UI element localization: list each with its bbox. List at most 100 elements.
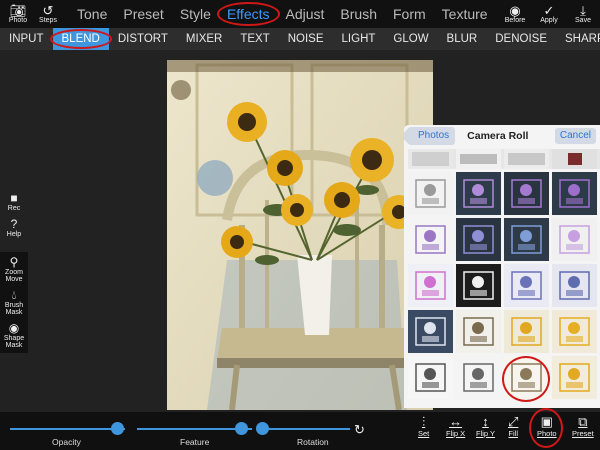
photo-button[interactable]: 📷︎ Photo — [3, 0, 33, 28]
help-button[interactable]: ? Help — [0, 217, 28, 239]
subtab-denoise[interactable]: DENOISE — [486, 28, 556, 50]
rotation-slider-track[interactable] — [262, 428, 350, 430]
photo-thumbnail[interactable] — [504, 264, 549, 307]
before-label: Before — [504, 17, 526, 24]
set-label: Set — [418, 429, 430, 438]
photo-thumbnail[interactable] — [408, 264, 453, 307]
set-button[interactable]: ⫶ Set — [418, 414, 429, 438]
photo-thumbnail[interactable] — [552, 172, 597, 215]
photo-thumbnail[interactable] — [504, 310, 549, 353]
tab-texture[interactable]: Texture — [434, 2, 496, 26]
question-icon: ? — [10, 217, 18, 231]
photo-thumbnail[interactable] — [408, 310, 453, 353]
photo-thumbnail[interactable] — [504, 218, 549, 261]
tab-tone[interactable]: Tone — [69, 2, 115, 26]
apply-button[interactable]: ✓ Apply — [532, 0, 566, 28]
photo-thumbnail[interactable] — [552, 264, 597, 307]
reset-rotation-button[interactable]: ↻ — [354, 422, 365, 437]
top-right-tools: ◉ Before ✓ Apply ⤓ Save — [498, 0, 600, 28]
shape-icon: ◉ — [8, 321, 20, 335]
sunflower-chair-photo — [167, 60, 433, 410]
photo-thumbnail[interactable] — [456, 264, 501, 307]
shape-mask-label: Shape Mask — [3, 335, 25, 349]
cancel-button[interactable]: Cancel — [554, 128, 596, 144]
photo-thumbnail[interactable] — [456, 172, 501, 215]
subtab-blend[interactable]: BLEND — [49, 28, 113, 50]
flip-y-label: Flip Y — [476, 429, 496, 438]
sliders-icon: ⫶ — [422, 414, 426, 429]
photo-thumbnail[interactable] — [408, 172, 453, 215]
thumbnail-image — [511, 317, 542, 346]
steps-button[interactable]: ↺ Steps — [33, 0, 63, 28]
camera-icon: 📷︎ — [9, 3, 27, 18]
photo-canvas[interactable] — [167, 60, 433, 410]
brush-mask-button[interactable]: 💧︎ Brush Mask — [0, 289, 28, 317]
rotation-label: Rotation — [297, 437, 329, 447]
tab-preset[interactable]: Preset — [115, 2, 171, 26]
photo-thumbnail[interactable] — [552, 310, 597, 353]
photo-thumbnail[interactable] — [456, 218, 501, 261]
subtab-blur[interactable]: BLUR — [438, 28, 487, 50]
subtab-mixer[interactable]: MIXER — [177, 28, 231, 50]
subtab-light[interactable]: LIGHT — [333, 28, 385, 50]
rec-button[interactable]: ■ Rec — [0, 191, 28, 213]
tab-brush[interactable]: Brush — [332, 2, 385, 26]
tab-adjust[interactable]: Adjust — [278, 2, 333, 26]
camera-roll-header: Photos Camera Roll Cancel — [404, 125, 600, 147]
photo-thumbnail[interactable] — [408, 218, 453, 261]
rotation-slider-knob[interactable] — [256, 422, 269, 435]
subtab-noise[interactable]: NOISE — [279, 28, 333, 50]
subtab-sharpen[interactable]: SHARPEN — [556, 28, 600, 50]
subtab-glow[interactable]: GLOW — [384, 28, 437, 50]
selected-thumbnail-highlight — [502, 356, 550, 402]
fill-button[interactable]: ⤢ Fill — [508, 414, 518, 438]
preset-button[interactable]: ⧉ Preset — [572, 414, 594, 438]
thumbnail-image — [415, 363, 446, 392]
photo-thumbnail[interactable] — [456, 310, 501, 353]
camera-roll-title: Camera Roll — [467, 130, 529, 142]
rec-label: Rec — [7, 205, 21, 212]
thumbnail-image — [463, 363, 494, 392]
shape-mask-button[interactable]: ◉ Shape Mask — [0, 321, 28, 350]
feature-label: Feature — [180, 437, 210, 447]
rotate-icon: ↻ — [354, 422, 365, 437]
fill-icon: ⤢ — [508, 414, 519, 429]
thumbnail-image — [463, 179, 494, 208]
opacity-label: Opacity — [52, 437, 81, 447]
photo-thumbnail[interactable] — [504, 172, 549, 215]
thumbnail-image — [511, 179, 542, 208]
opacity-slider-track[interactable] — [10, 428, 125, 430]
photo-thumbnail[interactable] — [552, 218, 597, 261]
photo-thumbnail[interactable] — [552, 356, 597, 399]
eye-icon: ◉ — [509, 3, 521, 18]
photo-thumbnail[interactable] — [456, 356, 501, 399]
top-bar: 📷︎ Photo ↺ Steps Tone Preset Style Effec… — [0, 0, 600, 28]
subtab-input[interactable]: INPUT — [0, 28, 53, 50]
photos-back-label: Photos — [418, 130, 450, 141]
subtab-distort[interactable]: DISTORT — [109, 28, 177, 50]
camera-roll-panel: Photos Camera Roll Cancel — [404, 125, 600, 408]
photo-thumbnail[interactable] — [408, 356, 453, 399]
photos-back-button[interactable]: Photos — [408, 127, 456, 145]
preset-label: Preset — [572, 429, 594, 438]
apply-label: Apply — [540, 17, 558, 24]
partial-thumbnails — [408, 149, 597, 169]
tab-effects[interactable]: Effects — [216, 2, 280, 26]
flip-x-button[interactable]: ↔ Flip X — [446, 414, 465, 438]
thumbnail-image — [559, 363, 590, 392]
before-button[interactable]: ◉ Before — [498, 0, 532, 28]
save-button[interactable]: ⤓ Save — [566, 0, 600, 28]
feature-slider-knob[interactable] — [234, 422, 248, 435]
tab-style[interactable]: Style — [172, 2, 219, 26]
app-window: 📷︎ Photo ↺ Steps Tone Preset Style Effec… — [0, 0, 600, 450]
zoom-move-button[interactable]: ⚲ Zoom Move — [0, 256, 28, 284]
fill-label: Fill — [508, 429, 518, 438]
thumbnail-image — [559, 225, 590, 254]
opacity-slider-knob[interactable] — [110, 422, 124, 435]
tab-form[interactable]: Form — [385, 2, 434, 26]
video-camera-icon: ■ — [10, 191, 18, 205]
save-label: Save — [575, 17, 591, 24]
zoom-move-label: Zoom Move — [5, 269, 23, 283]
flip-y-button[interactable]: ↕ Flip Y — [476, 414, 495, 438]
subtab-text[interactable]: TEXT — [231, 28, 278, 50]
